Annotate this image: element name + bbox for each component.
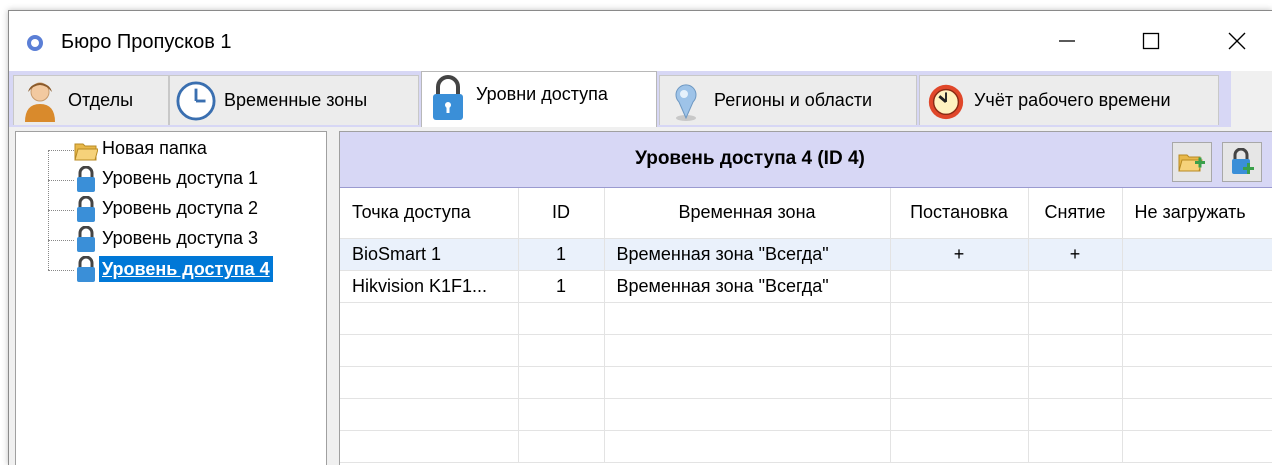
padlock-icon [77, 256, 95, 282]
cell-disarm[interactable] [1028, 270, 1123, 303]
table-row[interactable]: BioSmart 1 1 Временная зона "Всегда" + + [340, 238, 1272, 271]
tab-regions[interactable]: Регионы и области [659, 75, 917, 125]
maximize-icon [1142, 32, 1160, 50]
tree-item-folder[interactable]: Новая папка [16, 136, 316, 166]
column-header-arm[interactable]: Постановка [890, 188, 1029, 239]
clock-icon [176, 80, 216, 121]
add-folder-button[interactable] [1172, 142, 1212, 182]
cell-id[interactable]: 1 [518, 238, 605, 271]
tree-item-access-level-4[interactable]: Уровень доступа 4 [16, 255, 316, 286]
access-level-panel: Уровень доступа 4 (ID 4) Точка доступа I… [339, 131, 1272, 465]
tab-strip: Отделы Временные зоны Уровни доступа Рег… [9, 71, 1231, 127]
grid-header-row: Точка доступа ID Временная зона Постанов… [340, 188, 1272, 239]
padlock-icon [77, 166, 95, 192]
tree-connector [48, 270, 74, 271]
tree-item-label: Новая папка [102, 138, 207, 158]
empty-row [340, 334, 1272, 367]
app-logo-icon [27, 35, 43, 51]
tree-item-access-level-2[interactable]: Уровень доступа 2 [16, 196, 316, 226]
cell-access-point[interactable]: Hikvision K1F1... [340, 270, 519, 303]
table-row[interactable]: Hikvision K1F1... 1 Временная зона "Всег… [340, 270, 1272, 303]
content-area: Новая папка Уровень доступа 1 Уровень до… [9, 127, 1272, 465]
cell-time-zone[interactable]: Временная зона "Всегда" [604, 270, 891, 303]
minimize-icon [1059, 40, 1075, 42]
add-access-level-button[interactable] [1222, 142, 1262, 182]
empty-row [340, 398, 1272, 431]
minimize-button[interactable] [1039, 19, 1095, 63]
close-button[interactable] [1209, 19, 1265, 63]
panel-splitter[interactable] [327, 127, 339, 465]
cell-disarm[interactable]: + [1028, 238, 1123, 271]
add-folder-icon [1178, 154, 1205, 172]
access-points-grid[interactable]: Точка доступа ID Временная зона Постанов… [340, 188, 1272, 465]
access-points-table: Точка доступа ID Временная зона Постанов… [340, 188, 1272, 463]
column-header-id[interactable]: ID [518, 188, 605, 239]
tree-item-label: Уровень доступа 2 [102, 198, 259, 218]
tree-item-label: Уровень доступа 1 [102, 168, 259, 188]
tab-departments-label: Отделы [68, 90, 134, 110]
alarm-clock-icon [928, 84, 964, 119]
column-header-access-point[interactable]: Точка доступа [340, 188, 519, 239]
add-access-level-icon [1232, 148, 1254, 174]
tree-item-access-level-3[interactable]: Уровень доступа 3 [16, 226, 316, 256]
tab-work-time[interactable]: Учёт рабочего времени [919, 75, 1219, 125]
padlock-icon [433, 74, 463, 120]
panel-title: Уровень доступа 4 (ID 4) [635, 148, 865, 169]
person-icon [25, 82, 55, 122]
cell-arm[interactable] [890, 270, 1029, 303]
padlock-icon [77, 196, 95, 222]
tab-access-levels-label: Уровни доступа [476, 84, 608, 104]
access-level-tree[interactable]: Новая папка Уровень доступа 1 Уровень до… [15, 131, 327, 465]
maximize-button[interactable] [1123, 19, 1179, 63]
tree-connector [48, 150, 74, 151]
cell-do-not-load[interactable] [1122, 238, 1272, 271]
tab-departments[interactable]: Отделы [13, 75, 169, 125]
padlock-icon [77, 226, 95, 252]
window-title: Бюро Пропусков 1 [61, 31, 232, 53]
tree-item-label: Уровень доступа 3 [102, 228, 259, 248]
empty-row [340, 302, 1272, 335]
column-header-time-zone[interactable]: Временная зона [604, 188, 891, 239]
cell-access-point[interactable]: BioSmart 1 [340, 238, 519, 271]
tree-item-access-level-1[interactable]: Уровень доступа 1 [16, 166, 316, 196]
cell-do-not-load[interactable] [1122, 270, 1272, 303]
tree-connector [48, 210, 74, 211]
close-icon [1228, 32, 1246, 50]
map-pin-icon [675, 83, 697, 121]
cell-arm[interactable]: + [890, 238, 1029, 271]
empty-row [340, 430, 1272, 463]
empty-row [340, 366, 1272, 399]
tab-regions-label: Регионы и области [714, 90, 873, 110]
panel-header: Уровень доступа 4 (ID 4) [340, 132, 1272, 188]
tab-time-zones[interactable]: Временные зоны [169, 75, 419, 125]
tree-item-label: Уровень доступа 4 [98, 255, 274, 283]
title-bar: Бюро Пропусков 1 [9, 11, 1272, 71]
tab-work-time-label: Учёт рабочего времени [974, 90, 1171, 110]
folder-icon [74, 143, 98, 161]
app-window: Бюро Пропусков 1 Отделы Временные зоны У… [8, 10, 1272, 465]
cell-id[interactable]: 1 [518, 270, 605, 303]
column-header-disarm[interactable]: Снятие [1028, 188, 1123, 239]
tab-access-levels[interactable]: Уровни доступа [421, 71, 657, 127]
tab-time-zones-label: Временные зоны [224, 90, 368, 110]
tree-connector [48, 240, 74, 241]
cell-time-zone[interactable]: Временная зона "Всегда" [604, 238, 891, 271]
tree-connector [48, 180, 74, 181]
column-header-do-not-load[interactable]: Не загружать [1122, 188, 1272, 239]
